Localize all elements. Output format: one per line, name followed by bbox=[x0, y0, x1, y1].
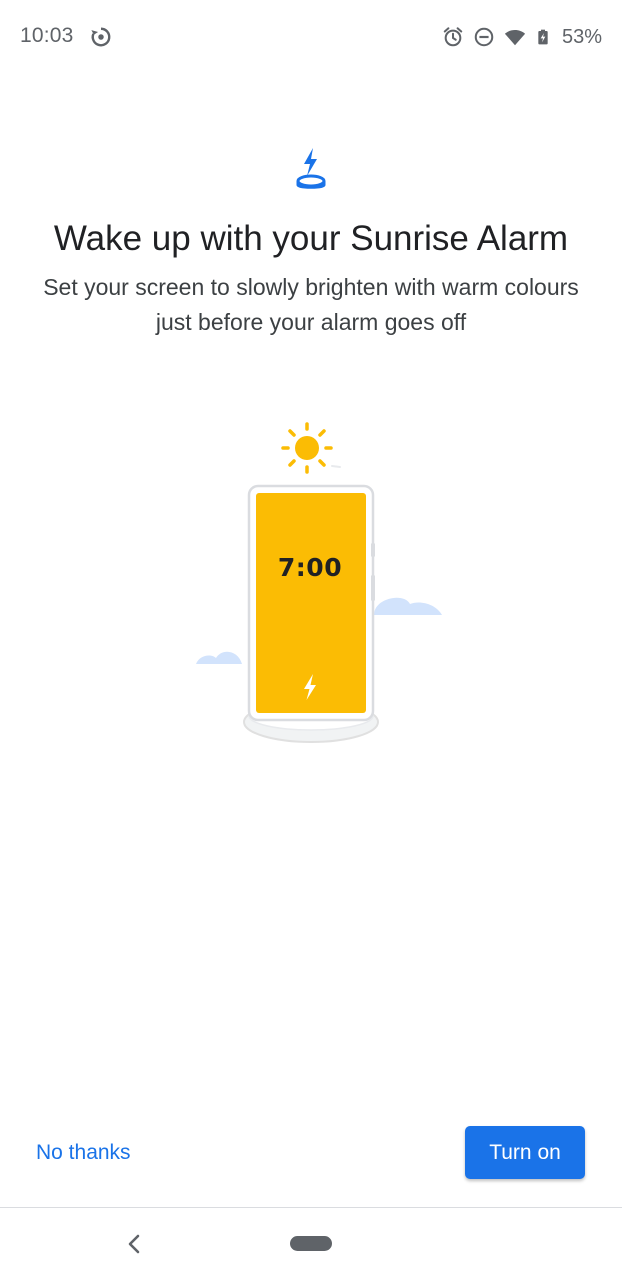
turn-on-button[interactable]: Turn on bbox=[465, 1126, 585, 1179]
sun-icon bbox=[281, 422, 341, 474]
phone-clock-time: 7:00 bbox=[277, 553, 343, 582]
page-subtitle: Set your screen to slowly brighten with … bbox=[43, 274, 579, 335]
battery-percent: 53% bbox=[561, 25, 602, 48]
sync-icon bbox=[91, 27, 111, 47]
no-thanks-button[interactable]: No thanks bbox=[26, 1130, 141, 1176]
home-pill[interactable] bbox=[290, 1236, 332, 1251]
sunrise-illustration: 7:00 bbox=[190, 420, 450, 750]
wireless-charging-icon bbox=[296, 148, 326, 189]
phone-on-charger bbox=[247, 484, 375, 722]
wifi-icon bbox=[504, 30, 526, 46]
status-icons: 53% bbox=[442, 24, 602, 50]
page-title: Wake up with your Sunrise Alarm bbox=[53, 219, 569, 258]
status-time: 10:03 bbox=[20, 24, 74, 47]
status-bar: 10:03 53% bbox=[0, 0, 622, 74]
navigation-bar bbox=[0, 1208, 622, 1280]
alarm-icon bbox=[443, 27, 463, 47]
back-icon[interactable] bbox=[122, 1230, 146, 1258]
sunrise-alarm-screen: 10:03 53% Wake up with your Sunrise Alar… bbox=[0, 0, 622, 1280]
battery-icon bbox=[538, 29, 548, 45]
illustration-graphic bbox=[196, 422, 442, 743]
do-not-disturb-icon bbox=[474, 27, 494, 47]
